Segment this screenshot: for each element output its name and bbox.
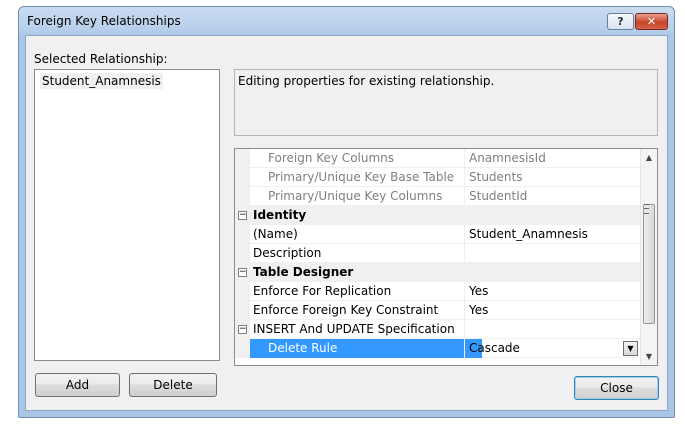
property-row[interactable]: Primary/Unique Key Base Table Students bbox=[235, 168, 641, 187]
property-row-margin bbox=[235, 301, 250, 320]
property-value-text: Student_Anamnesis bbox=[469, 227, 588, 241]
property-value[interactable]: Yes bbox=[464, 301, 641, 320]
property-row-margin bbox=[235, 225, 250, 244]
property-name: Enforce Foreign Key Constraint bbox=[253, 303, 439, 317]
dialog-client-area: Selected Relationship: Student_Anamnesis… bbox=[25, 35, 668, 411]
property-value[interactable]: Cascade ▼ bbox=[464, 339, 641, 358]
property-row[interactable]: − Identity bbox=[235, 206, 641, 225]
property-row-margin bbox=[235, 149, 250, 168]
relationship-list-item[interactable]: Student_Anamnesis bbox=[40, 73, 163, 89]
property-row-margin bbox=[235, 187, 250, 206]
description-text: Editing properties for existing relation… bbox=[238, 74, 495, 88]
property-name: Table Designer bbox=[253, 265, 354, 279]
dropdown-arrow-icon[interactable]: ▼ bbox=[623, 341, 638, 356]
property-name: Description bbox=[253, 246, 322, 260]
property-row[interactable]: Enforce For Replication Yes bbox=[235, 282, 641, 301]
property-value[interactable] bbox=[464, 244, 641, 263]
property-value-text: Cascade bbox=[469, 341, 520, 355]
property-value: StudentId bbox=[464, 187, 641, 206]
property-name: Delete Rule bbox=[250, 339, 482, 358]
property-value-text: Yes bbox=[469, 303, 489, 317]
property-value: AnamnesisId bbox=[464, 149, 641, 168]
property-name: Identity bbox=[253, 208, 307, 222]
scroll-up-arrow-icon[interactable]: ▲ bbox=[641, 149, 657, 166]
property-value-text: Yes bbox=[469, 284, 489, 298]
dialog-window: Foreign Key Relationships ? ✕ Selected R… bbox=[18, 6, 675, 418]
collapse-expander-icon[interactable]: − bbox=[238, 268, 247, 277]
window-close-button[interactable]: ✕ bbox=[635, 13, 668, 30]
collapse-expander-icon[interactable]: − bbox=[238, 211, 247, 220]
close-button[interactable]: Close bbox=[574, 376, 659, 400]
scrollbar-grip-icon bbox=[644, 204, 649, 214]
property-grid-scrollbar[interactable]: ▲ ▼ bbox=[640, 149, 657, 365]
property-name: Enforce For Replication bbox=[253, 284, 392, 298]
relationship-list[interactable]: Student_Anamnesis bbox=[34, 69, 220, 361]
property-row[interactable]: − INSERT And UPDATE Specification bbox=[235, 320, 641, 339]
property-row[interactable]: Primary/Unique Key Columns StudentId bbox=[235, 187, 641, 206]
title-bar[interactable]: Foreign Key Relationships ? ✕ bbox=[19, 7, 674, 35]
collapse-expander-icon[interactable]: − bbox=[238, 325, 247, 334]
property-name: Foreign Key Columns bbox=[268, 151, 395, 165]
property-row[interactable]: Description bbox=[235, 244, 641, 263]
scroll-down-arrow-icon[interactable]: ▼ bbox=[641, 348, 657, 365]
property-row[interactable]: (Name) Student_Anamnesis bbox=[235, 225, 641, 244]
property-value-text: AnamnesisId bbox=[469, 151, 546, 165]
property-row-margin bbox=[235, 282, 250, 301]
property-row-margin: − bbox=[235, 320, 250, 339]
property-row-margin bbox=[235, 339, 250, 358]
property-name: Primary/Unique Key Columns bbox=[268, 189, 443, 203]
property-row-margin bbox=[235, 168, 250, 187]
delete-button[interactable]: Delete bbox=[129, 373, 217, 397]
property-name: INSERT And UPDATE Specification bbox=[253, 322, 455, 336]
add-button[interactable]: Add bbox=[35, 373, 120, 397]
property-name: (Name) bbox=[253, 227, 298, 241]
property-name: Primary/Unique Key Base Table bbox=[268, 170, 455, 184]
property-grid[interactable]: Foreign Key Columns AnamnesisId Primary/Un… bbox=[234, 148, 658, 366]
property-value-text: Students bbox=[469, 170, 523, 184]
property-value-text: StudentId bbox=[469, 189, 528, 203]
property-row[interactable]: Delete Rule Cascade ▼ bbox=[235, 339, 641, 358]
property-value[interactable]: Yes bbox=[464, 282, 641, 301]
property-value[interactable]: Student_Anamnesis bbox=[464, 225, 641, 244]
scrollbar-thumb[interactable] bbox=[643, 204, 655, 324]
property-row[interactable]: Enforce Foreign Key Constraint Yes bbox=[235, 301, 641, 320]
property-row[interactable]: − Table Designer bbox=[235, 263, 641, 282]
selected-relationship-label: Selected Relationship: bbox=[34, 52, 168, 66]
property-row-margin: − bbox=[235, 263, 250, 282]
description-panel: Editing properties for existing relation… bbox=[234, 69, 658, 136]
property-row[interactable]: Foreign Key Columns AnamnesisId bbox=[235, 149, 641, 168]
property-value: Students bbox=[464, 168, 641, 187]
property-row-margin bbox=[235, 244, 250, 263]
window-title: Foreign Key Relationships bbox=[27, 14, 181, 28]
property-row-margin: − bbox=[235, 206, 250, 225]
property-rows: Foreign Key Columns AnamnesisId Primary/Un… bbox=[235, 149, 641, 358]
property-value[interactable] bbox=[464, 320, 641, 339]
help-button[interactable]: ? bbox=[607, 13, 634, 30]
